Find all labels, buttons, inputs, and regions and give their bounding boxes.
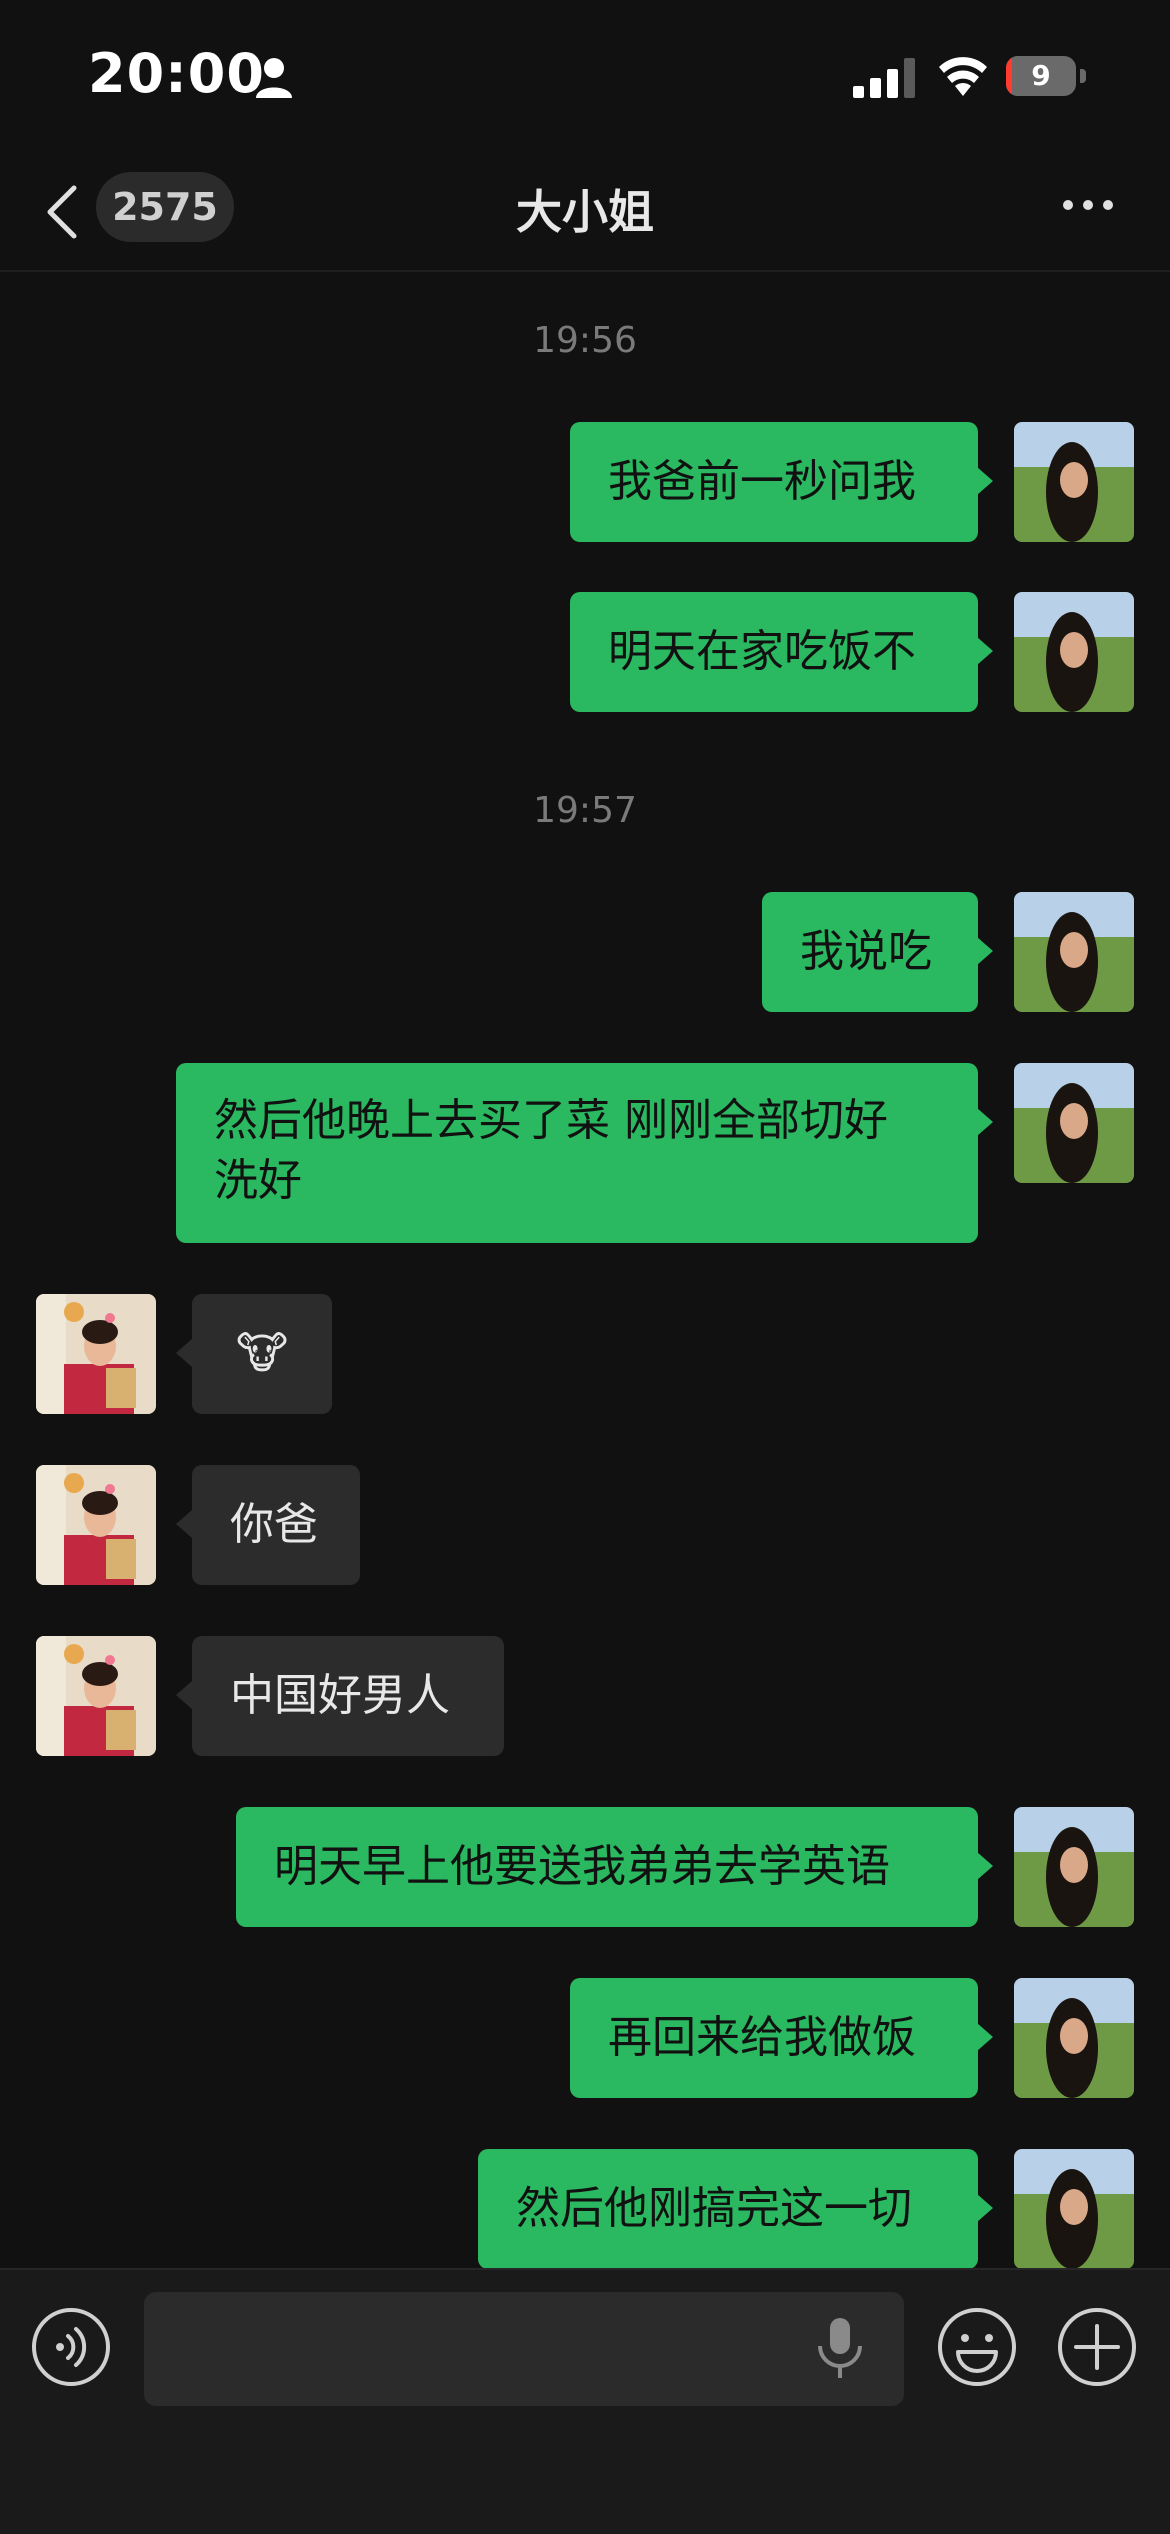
microphone-icon[interactable]: [812, 2314, 868, 2384]
my-avatar[interactable]: [1014, 2149, 1134, 2269]
incoming-message-bubble[interactable]: 中国好男人: [192, 1636, 504, 1756]
outgoing-message-bubble[interactable]: 我说吃: [762, 892, 978, 1012]
message-text-line: 洗好: [214, 1155, 302, 1206]
back-chevron-icon[interactable]: [42, 182, 82, 242]
battery-level: 9: [1031, 59, 1051, 92]
message-input[interactable]: [144, 2292, 904, 2406]
my-avatar[interactable]: [1014, 892, 1134, 1012]
outgoing-message-bubble[interactable]: 然后他刚搞完这一切: [478, 2149, 978, 2269]
my-avatar[interactable]: [1014, 1807, 1134, 1927]
chat-header: 2575 大小姐: [0, 160, 1170, 272]
contact-avatar[interactable]: [36, 1294, 156, 1414]
person-icon: [256, 58, 292, 98]
outgoing-message-bubble[interactable]: 然后他晚上去买了菜 刚刚全部切好 洗好: [176, 1063, 978, 1243]
status-bar: 20:00 9: [0, 0, 1170, 150]
my-avatar[interactable]: [1014, 1978, 1134, 2098]
more-options-icon[interactable]: [1060, 190, 1116, 220]
outgoing-message-bubble[interactable]: 再回来给我做饭: [570, 1978, 978, 2098]
timestamp: 19:57: [533, 790, 637, 831]
battery-indicator: 9: [1006, 56, 1086, 98]
my-avatar[interactable]: [1014, 592, 1134, 712]
outgoing-message-bubble[interactable]: 明天早上他要送我弟弟去学英语: [236, 1807, 978, 1927]
contact-avatar[interactable]: [36, 1636, 156, 1756]
unread-count-badge[interactable]: 2575: [96, 172, 234, 242]
timestamp: 19:56: [533, 320, 637, 361]
wifi-icon: [939, 57, 987, 96]
voice-mode-icon[interactable]: [30, 2306, 112, 2388]
status-time: 20:00: [88, 42, 265, 105]
message-text-line: 然后他晚上去买了菜 刚刚全部切好: [214, 1095, 888, 1146]
contact-avatar[interactable]: [36, 1465, 156, 1585]
chat-input-bar: [0, 2268, 1170, 2534]
my-avatar[interactable]: [1014, 1063, 1134, 1183]
emoji-icon[interactable]: [936, 2306, 1018, 2388]
outgoing-message-bubble[interactable]: 我爸前一秒问我: [570, 422, 978, 542]
incoming-message-bubble[interactable]: 你爸: [192, 1465, 360, 1585]
plus-icon[interactable]: [1056, 2306, 1138, 2388]
incoming-message-bubble[interactable]: 🐮: [192, 1294, 332, 1414]
my-avatar[interactable]: [1014, 422, 1134, 542]
outgoing-message-bubble[interactable]: 明天在家吃饭不: [570, 592, 978, 712]
chat-title: 大小姐: [516, 185, 654, 239]
cellular-signal-icon: [853, 58, 915, 98]
